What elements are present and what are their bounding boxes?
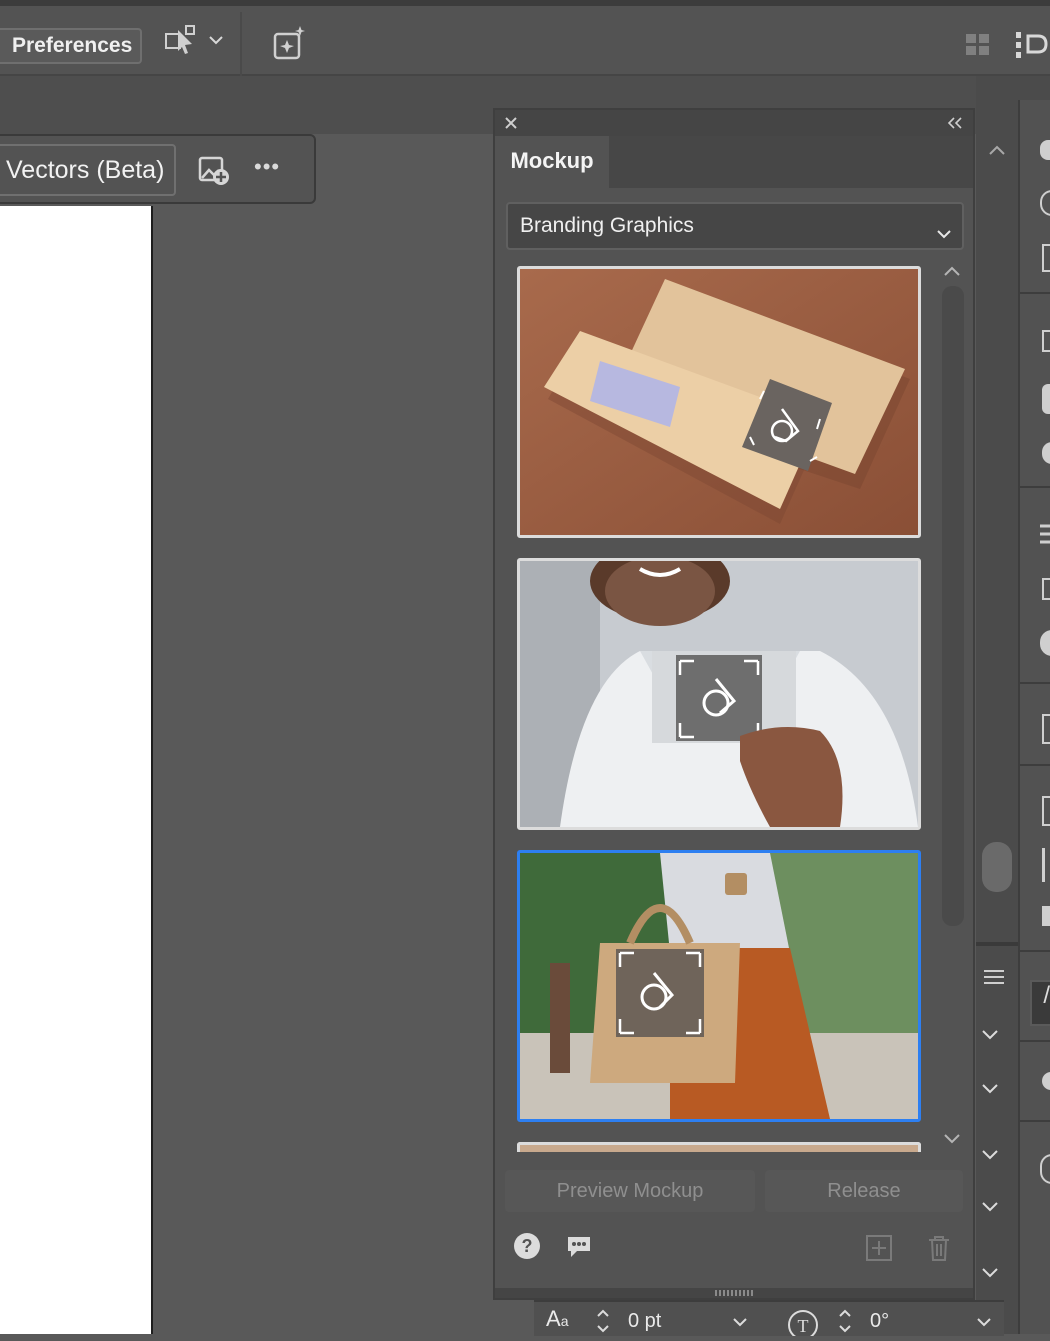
divider xyxy=(1020,682,1050,684)
tracking-icon: Aa xyxy=(546,1306,569,1331)
stepper-icon[interactable] xyxy=(836,1306,854,1334)
angle-value-field[interactable]: 0° xyxy=(870,1310,889,1333)
artboard[interactable] xyxy=(0,206,153,1334)
chevron-down-icon[interactable] xyxy=(941,1128,963,1148)
category-dropdown[interactable]: Branding Graphics xyxy=(506,202,964,250)
divider xyxy=(1020,1120,1050,1122)
chevron-down-icon[interactable] xyxy=(978,1194,1002,1218)
layers-icon[interactable] xyxy=(1042,330,1050,352)
chevron-up-icon[interactable] xyxy=(986,140,1008,162)
generative-recolor-icon[interactable] xyxy=(270,24,310,64)
chevron-down-icon xyxy=(934,216,954,239)
mockup-thumbnail-envelope[interactable] xyxy=(517,266,921,538)
panel-divider xyxy=(976,942,1020,946)
svg-text:T: T xyxy=(798,1316,809,1336)
add-image-icon[interactable] xyxy=(196,152,232,188)
swatches-icon[interactable] xyxy=(1042,384,1050,414)
envelope-mockup-image xyxy=(520,269,918,535)
add-icon[interactable] xyxy=(865,1234,893,1262)
divider xyxy=(1020,486,1050,488)
category-dropdown-value: Branding Graphics xyxy=(520,214,694,237)
character-icon[interactable]: / xyxy=(1030,980,1050,1026)
character-properties-bar: Aa 0 pt T 0° xyxy=(534,1300,1004,1340)
generate-vectors-button[interactable]: Vectors (Beta) xyxy=(0,144,176,196)
distribute-icon[interactable] xyxy=(1042,796,1050,826)
panel-header xyxy=(495,110,973,136)
chevron-down-icon[interactable] xyxy=(730,1314,750,1330)
stroke-value-field[interactable]: 0 pt xyxy=(628,1310,661,1333)
mockup-thumbnail-partial[interactable] xyxy=(517,1142,921,1152)
spacing-icon[interactable] xyxy=(1042,848,1050,882)
workspace-switcher-icon[interactable] xyxy=(1014,30,1050,60)
help-icon[interactable]: ? xyxy=(513,1232,541,1260)
divider xyxy=(1020,764,1050,766)
chevron-down-icon[interactable] xyxy=(974,1314,994,1330)
close-icon[interactable] xyxy=(503,115,519,131)
panel-resize-handle[interactable] xyxy=(495,1288,973,1298)
chevron-down-icon[interactable] xyxy=(978,1076,1002,1100)
scroll-thumb[interactable] xyxy=(982,842,1012,892)
business-card-mockup-image xyxy=(520,561,918,827)
chevron-down-icon[interactable] xyxy=(206,30,226,50)
more-options-icon[interactable]: ••• xyxy=(254,154,294,184)
puppet-icon[interactable] xyxy=(1042,714,1050,744)
divider xyxy=(1020,1040,1050,1042)
opentype-icon[interactable] xyxy=(1040,1154,1050,1184)
trash-icon[interactable] xyxy=(927,1234,951,1262)
chevron-down-icon[interactable] xyxy=(978,1022,1002,1046)
top-toolbar: Preferences xyxy=(0,0,1050,80)
release-button[interactable]: Release xyxy=(765,1170,963,1212)
pathfinder-icon[interactable] xyxy=(1040,630,1050,656)
transform-tool-icon[interactable] xyxy=(160,22,200,62)
preview-mockup-button[interactable]: Preview Mockup xyxy=(505,1170,755,1212)
stepper-icon[interactable] xyxy=(594,1306,612,1334)
chevron-up-icon[interactable] xyxy=(941,262,963,282)
divider xyxy=(1020,292,1050,294)
properties-icon[interactable] xyxy=(1040,140,1050,160)
contextual-task-bar: Vectors (Beta) ••• xyxy=(0,134,316,204)
hamburger-menu-icon[interactable] xyxy=(982,966,1006,988)
tote-bag-mockup-image xyxy=(520,853,918,1119)
transform-icon[interactable] xyxy=(1042,578,1050,600)
gradient-icon[interactable] xyxy=(1042,244,1050,272)
chevron-down-icon[interactable] xyxy=(978,1142,1002,1166)
arrange-documents-icon[interactable] xyxy=(964,32,992,58)
thumbnail-scroll-track[interactable] xyxy=(942,286,964,926)
brush-icon[interactable] xyxy=(1040,190,1050,216)
mockup-panel: Mockup Branding Graphics Preview Mockup … xyxy=(493,108,975,1300)
chevron-down-icon[interactable] xyxy=(978,1260,1002,1284)
tab-mockup[interactable]: Mockup xyxy=(495,136,609,188)
panel-tab-strip: Mockup xyxy=(495,136,973,188)
symbols-icon[interactable] xyxy=(1042,442,1050,464)
fill-icon[interactable] xyxy=(1042,906,1050,926)
feedback-icon[interactable] xyxy=(565,1234,593,1260)
rotate-type-icon: T xyxy=(786,1308,820,1340)
paragraph-icon[interactable] xyxy=(1042,1072,1050,1090)
preferences-button[interactable]: Preferences xyxy=(0,28,142,64)
svg-text:?: ? xyxy=(522,1236,533,1256)
collapse-panel-icon[interactable] xyxy=(945,114,965,132)
mockup-thumbnail-business-card[interactable] xyxy=(517,558,921,830)
collapsed-panels-strip: / xyxy=(1018,100,1050,1334)
mockup-thumbnail-tote-bag[interactable] xyxy=(517,850,921,1122)
align-icon[interactable] xyxy=(1040,522,1050,546)
divider xyxy=(1020,950,1050,952)
divider xyxy=(240,12,242,80)
grip-icon xyxy=(715,1290,755,1296)
